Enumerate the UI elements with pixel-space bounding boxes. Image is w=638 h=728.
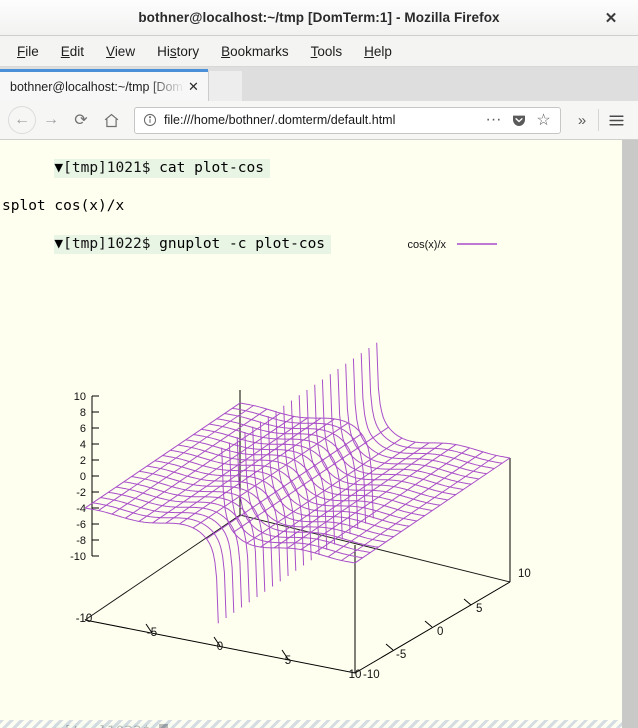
menu-tools[interactable]: Tools xyxy=(300,40,354,63)
menu-help[interactable]: Help xyxy=(353,40,403,63)
x-tick-m5: -5 xyxy=(147,627,157,639)
shell-prompt-0: ▼[tmp]1021$ cat plot-cos xyxy=(54,159,270,178)
url-bar[interactable]: file:///home/bothner/.domterm/default.ht… xyxy=(134,107,561,134)
legend-label: cos(x)/x xyxy=(408,239,447,251)
tab-close-icon[interactable]: ✕ xyxy=(185,78,202,95)
x-tick-0: 0 xyxy=(217,641,223,653)
z-tick-0: 0 xyxy=(80,471,86,483)
z-tick-10: 10 xyxy=(74,391,86,403)
tabstrip-empty-area xyxy=(242,71,638,101)
y-tick-5: 5 xyxy=(476,603,482,615)
terminal-line-0: ▼[tmp]1021$ cat plot-cos xyxy=(0,140,622,197)
z-tick-m8: -8 xyxy=(76,535,86,547)
y-tick-0: 0 xyxy=(437,626,443,638)
menu-file[interactable]: File xyxy=(6,40,50,63)
z-tick-6: 6 xyxy=(80,423,86,435)
forward-icon[interactable]: → xyxy=(36,105,66,135)
menubar: File Edit View History Bookmarks Tools H… xyxy=(0,36,638,67)
gnuplot-surface-plot: cos(x)/x xyxy=(0,200,622,728)
pocket-icon[interactable] xyxy=(507,109,530,132)
surface-wireframe xyxy=(85,343,510,624)
overflow-chevron-icon[interactable]: » xyxy=(569,106,595,134)
right-gutter xyxy=(622,140,638,728)
prompt-text: [tmp]1021$ xyxy=(63,160,150,176)
page-actions-icon[interactable]: ··· xyxy=(482,109,505,132)
window-title: bothner@localhost:~/tmp [DomTerm:1] - Mo… xyxy=(138,10,499,25)
z-tick-m6: -6 xyxy=(76,519,86,531)
menu-history[interactable]: History xyxy=(146,40,210,63)
domterm-terminal[interactable]: ▼[tmp]1021$ cat plot-cos splot cos(x)/x … xyxy=(0,140,622,728)
floor-back-edges xyxy=(85,515,510,620)
firefox-window: bothner@localhost:~/tmp [DomTerm:1] - Mo… xyxy=(0,0,638,728)
window-titlebar: bothner@localhost:~/tmp [DomTerm:1] - Mo… xyxy=(0,0,638,36)
menu-view[interactable]: View xyxy=(95,40,146,63)
plot-legend: cos(x)/x xyxy=(408,239,498,251)
window-close-button[interactable]: ✕ xyxy=(594,0,628,36)
y-tick-m5: -5 xyxy=(396,649,406,661)
back-icon[interactable]: ← xyxy=(8,106,36,134)
z-tick-2: 2 xyxy=(80,455,86,467)
x-tick-m10: -10 xyxy=(76,613,93,625)
home-icon[interactable] xyxy=(96,105,126,135)
terminal-bottom-hatch xyxy=(0,720,622,728)
z-tick-m10: -10 xyxy=(70,551,86,563)
url-bar-actions: ··· ☆ xyxy=(482,109,555,132)
toolbar-divider xyxy=(598,109,599,131)
tab-label: bothner@localhost:~/tmp [DomTerm:1] xyxy=(10,80,185,94)
page-info-icon[interactable] xyxy=(142,112,158,128)
menu-edit[interactable]: Edit xyxy=(50,40,95,63)
command-text: cat plot-cos xyxy=(150,160,264,176)
new-tab-button[interactable] xyxy=(208,71,242,101)
x-tick-5: 5 xyxy=(285,655,291,667)
reload-icon[interactable]: ⟳ xyxy=(66,105,96,135)
url-text[interactable]: file:///home/bothner/.domterm/default.ht… xyxy=(164,113,482,127)
menu-bookmarks[interactable]: Bookmarks xyxy=(210,40,300,63)
z-tick-4: 4 xyxy=(80,439,86,451)
prompt-marker-icon[interactable]: ▼ xyxy=(54,160,63,176)
tab-strip: bothner@localhost:~/tmp [DomTerm:1] ✕ xyxy=(0,67,638,101)
plot-svg: cos(x)/x xyxy=(0,200,622,728)
y-tick-m10: -10 xyxy=(363,669,380,681)
z-tick-m2: -2 xyxy=(76,487,86,499)
z-tick-8: 8 xyxy=(80,407,86,419)
y-tick-10: 10 xyxy=(518,568,531,580)
z-tick-m4: -4 xyxy=(76,503,86,515)
x-tick-10: 10 xyxy=(349,669,362,681)
z-axis: 10 8 6 4 2 0 -2 -4 -6 -8 -10 xyxy=(70,391,99,563)
browser-tab-0[interactable]: bothner@localhost:~/tmp [DomTerm:1] ✕ xyxy=(0,69,208,101)
bookmark-star-icon[interactable]: ☆ xyxy=(532,109,555,132)
navigation-toolbar: ← → ⟳ file:///home/bothner/.domterm/defa… xyxy=(0,101,638,140)
app-menu-icon[interactable] xyxy=(602,106,630,134)
